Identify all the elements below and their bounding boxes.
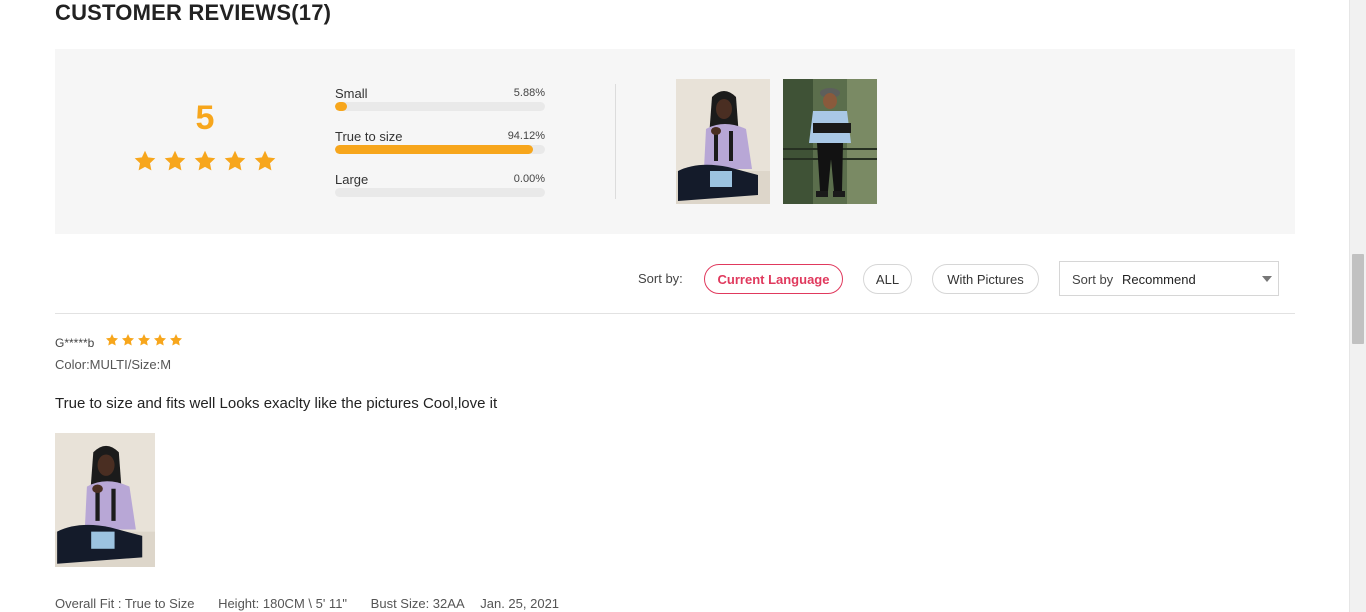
fit-row-large: Large 0.00% — [335, 172, 545, 215]
review-meta: Overall Fit : True to Size Height: 180CM… — [55, 596, 579, 611]
star-icon — [121, 333, 135, 347]
star-icon — [153, 333, 167, 347]
filter-all[interactable]: ALL — [863, 264, 912, 294]
scrollbar-thumb[interactable] — [1352, 254, 1364, 344]
reviewer-name: G*****b — [55, 336, 95, 350]
fit-bar-fill — [335, 145, 533, 154]
chevron-down-icon — [1262, 276, 1272, 282]
reviews-section: CUSTOMER REVIEWS(17) 5 Small 5.88% True … — [0, 0, 1349, 612]
review-stars — [105, 333, 183, 347]
reviewer-height: Height: 180CM \ 5' 11" — [218, 596, 348, 611]
review-comment: True to size and fits well Looks exaclty… — [55, 395, 498, 412]
star-icon — [133, 149, 157, 173]
star-icon — [253, 149, 277, 173]
fit-label: Small — [335, 86, 368, 101]
fit-bar-track — [335, 102, 545, 111]
fit-row-small: Small 5.88% — [335, 86, 545, 129]
fit-bar-fill — [335, 102, 348, 111]
sort-dropdown[interactable]: Sort by Recommend — [1059, 261, 1279, 296]
review-image[interactable] — [55, 433, 155, 567]
summary-divider — [615, 84, 616, 199]
customer-photo-seated — [55, 433, 155, 567]
fit-percent: 94.12% — [507, 130, 545, 142]
sort-bar: Sort by: Current Language ALL With Pictu… — [55, 258, 1295, 314]
star-icon — [223, 149, 247, 173]
sort-by-label: Sort by: — [638, 271, 683, 286]
overall-fit: Overall Fit : True to Size — [55, 596, 195, 611]
fit-percent: 0.00% — [513, 173, 545, 185]
reviews-title: CUSTOMER REVIEWS(17) — [55, 0, 332, 25]
star-icon — [105, 333, 119, 347]
page-scrollbar[interactable] — [1349, 0, 1366, 612]
fit-bar-track — [335, 145, 545, 154]
reviewer-bust-size: Bust Size: 32AA — [370, 596, 465, 611]
customer-photo-standing — [783, 79, 877, 204]
sort-dropdown-prefix: Sort by — [1072, 272, 1114, 287]
customer-photo-seated — [676, 79, 770, 204]
review-photo-thumbnail[interactable] — [676, 79, 770, 204]
average-rating: 5 — [195, 99, 215, 137]
fit-bar-track — [335, 188, 545, 197]
review-variant: Color:MULTI/Size:M — [55, 357, 172, 372]
filter-current-language[interactable]: Current Language — [704, 264, 843, 294]
star-icon — [163, 149, 187, 173]
fit-percent: 5.88% — [513, 87, 545, 99]
fit-row-true-to-size: True to size 94.12% — [335, 129, 545, 172]
average-rating-stars — [133, 149, 277, 173]
review-photo-thumbnail[interactable] — [783, 79, 877, 204]
review-date: Jan. 25, 2021 — [480, 596, 560, 611]
star-icon — [137, 333, 151, 347]
star-icon — [193, 149, 217, 173]
filter-with-pictures[interactable]: With Pictures — [932, 264, 1039, 294]
star-icon — [169, 333, 183, 347]
fit-label: True to size — [335, 129, 403, 144]
fit-label: Large — [335, 172, 369, 187]
sort-dropdown-value: Recommend — [1122, 272, 1196, 287]
fit-distribution: Small 5.88% True to size 94.12% Large 0.… — [335, 86, 545, 215]
rating-summary-panel: 5 Small 5.88% True to size 94.12% Large … — [55, 49, 1295, 234]
